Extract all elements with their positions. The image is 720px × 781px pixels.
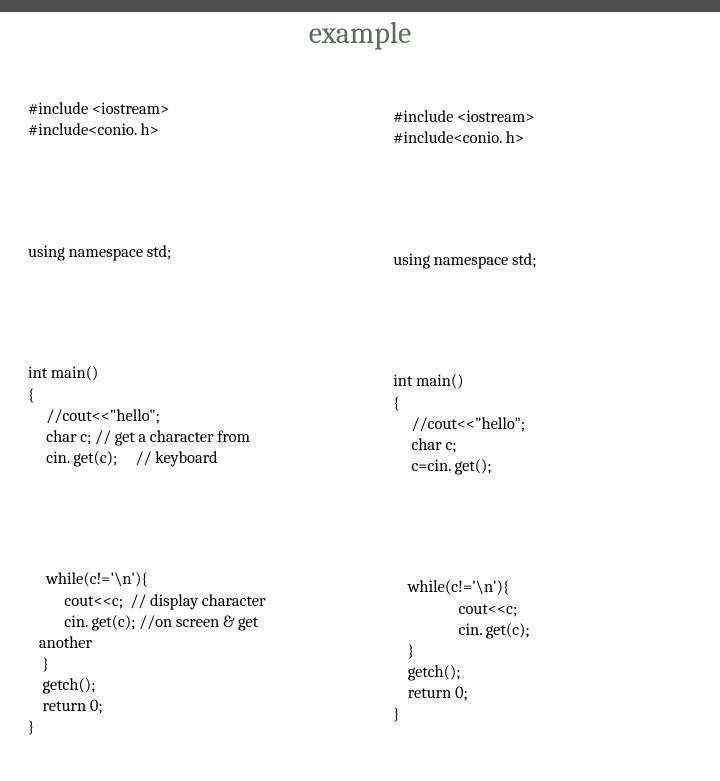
left-main-part1: int main() { //cout<<"hello"; char c; //… bbox=[28, 363, 393, 469]
code-column-left: #include <iostream> #include<conio. h> u… bbox=[28, 57, 393, 781]
slide-title: example bbox=[0, 16, 720, 51]
spacer bbox=[393, 192, 692, 208]
right-using: using namespace std; bbox=[393, 250, 692, 271]
spacer bbox=[393, 519, 692, 535]
left-using: using namespace std; bbox=[28, 242, 393, 263]
left-includes: #include <iostream> #include<conio. h> bbox=[28, 99, 393, 141]
left-main-part2: while(c!='\n'){ cout<<c; // display char… bbox=[28, 569, 393, 738]
right-includes: #include <iostream> #include<conio. h> bbox=[393, 107, 692, 149]
spacer bbox=[28, 511, 393, 527]
slide: example #include <iostream> #include<con… bbox=[0, 0, 720, 540]
top-bar bbox=[0, 0, 720, 12]
spacer bbox=[28, 184, 393, 200]
right-main-part1: int main() { //cout<<"hello"; char c; c=… bbox=[393, 371, 692, 477]
spacer bbox=[393, 313, 692, 329]
right-main-part2: while(c!='\n'){ cout<<c; cin. get(c); } … bbox=[393, 577, 692, 725]
code-column-right: #include <iostream> #include<conio. h> u… bbox=[393, 57, 692, 781]
columns: #include <iostream> #include<conio. h> u… bbox=[0, 57, 720, 781]
spacer bbox=[28, 305, 393, 321]
